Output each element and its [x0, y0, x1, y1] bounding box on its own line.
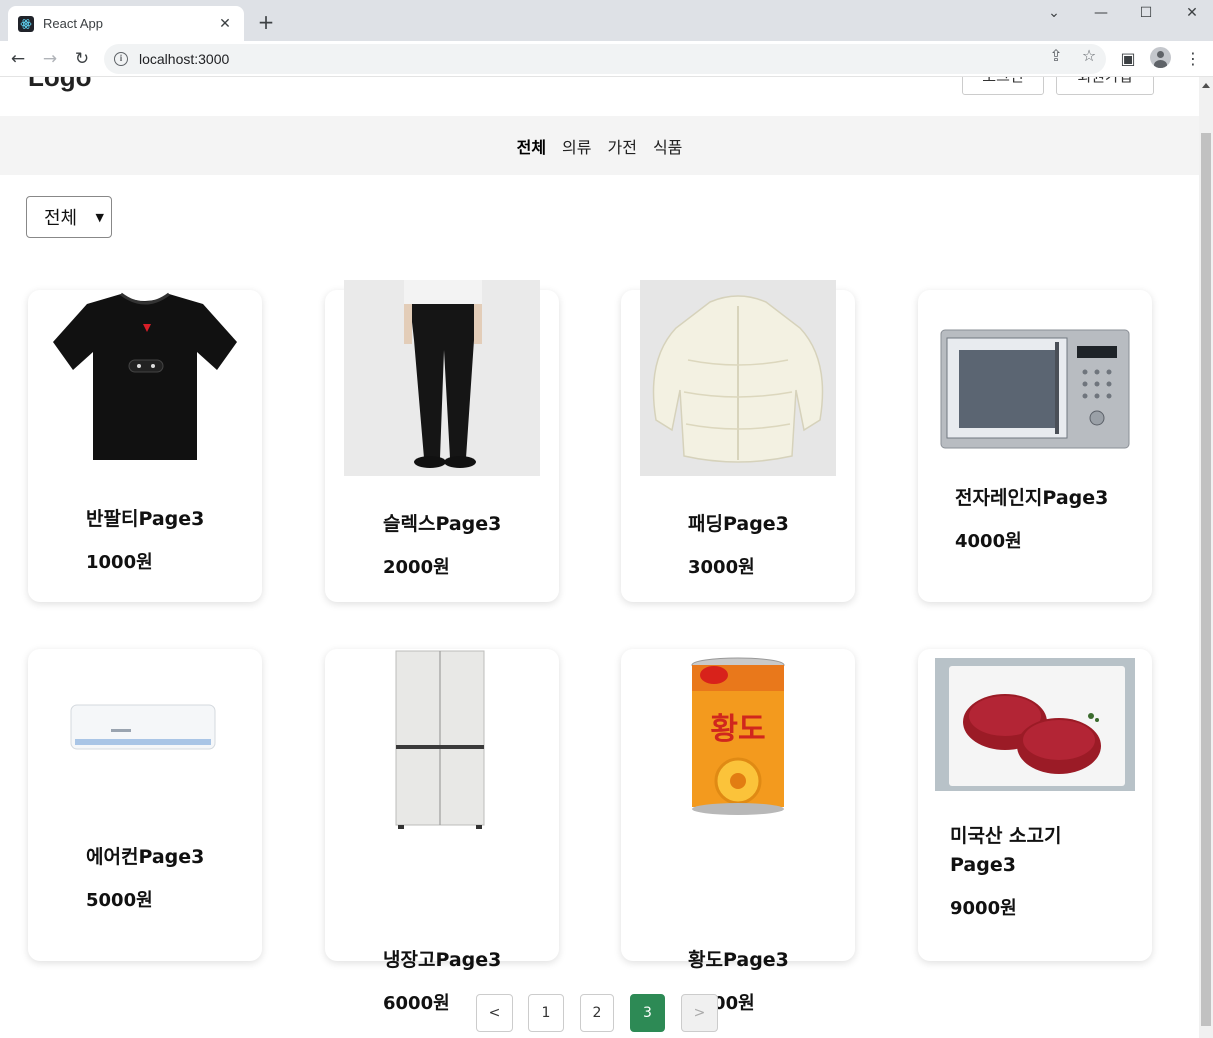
- address-bar[interactable]: i localhost:3000: [104, 44, 1106, 74]
- reload-icon[interactable]: ↻: [72, 49, 92, 69]
- aircon-image: [47, 677, 243, 809]
- side-panel-icon[interactable]: ▣: [1118, 50, 1138, 68]
- tab-search-icon[interactable]: ⌄: [1039, 4, 1069, 22]
- padding-image: [640, 280, 836, 476]
- product-card[interactable]: 전자레인지Page3 4000원: [918, 290, 1152, 602]
- page-1-button[interactable]: 1: [528, 994, 564, 1032]
- product-name: 황도Page3: [688, 949, 789, 971]
- category-all[interactable]: 전체: [517, 134, 546, 158]
- product-name: 반팔티Page3: [86, 508, 205, 530]
- share-icon[interactable]: ⇪: [1046, 47, 1066, 65]
- site-logo[interactable]: Logo: [28, 77, 92, 93]
- product-card[interactable]: 슬렉스Page3 2000원: [325, 280, 559, 602]
- category-select[interactable]: 전체 ▼: [26, 196, 112, 238]
- product-price: 6000원: [383, 993, 450, 1014]
- product-name: 미국산 소고기 Page3: [950, 825, 1062, 876]
- tab-close-icon[interactable]: ✕: [216, 16, 234, 32]
- product-name: 패딩Page3: [688, 513, 789, 535]
- beef-image: [935, 658, 1135, 791]
- login-button[interactable]: 로그인: [962, 77, 1044, 95]
- svg-text:황도: 황도: [710, 712, 765, 747]
- react-favicon-icon: [18, 15, 34, 32]
- category-clothing[interactable]: 의류: [562, 134, 591, 158]
- product-price: 9000원: [950, 898, 1017, 919]
- fridge-image: [344, 649, 540, 829]
- scroll-thumb[interactable]: [1201, 133, 1211, 1026]
- product-price: 2000원: [383, 557, 450, 578]
- slacks-image: [344, 280, 540, 476]
- product-card[interactable]: 패딩Page3 3000원: [621, 280, 855, 602]
- page-3-button[interactable]: 3: [630, 994, 665, 1032]
- star-icon[interactable]: ☆: [1079, 47, 1099, 65]
- browser-tab-bar: React App ✕ + ⌄ — ☐ ✕: [0, 0, 1213, 41]
- product-card[interactable]: 황도 황도Page3 7500원: [621, 649, 855, 1014]
- category-appliances[interactable]: 가전: [608, 134, 637, 158]
- browser-tab[interactable]: React App ✕: [8, 6, 244, 41]
- microwave-image: [937, 320, 1133, 452]
- url-text: localhost:3000: [139, 51, 230, 67]
- product-card[interactable]: 반팔티Page3 1000원: [28, 290, 262, 602]
- menu-icon[interactable]: ⋮: [1183, 50, 1203, 68]
- category-select-value: 전체: [44, 208, 78, 229]
- maximize-button[interactable]: ☐: [1131, 4, 1161, 22]
- tab-title: React App: [43, 16, 103, 31]
- page-scrollbar[interactable]: [1199, 77, 1213, 1038]
- scroll-up-icon[interactable]: [1202, 83, 1210, 88]
- category-food[interactable]: 식품: [653, 134, 682, 158]
- product-name: 냉장고Page3: [383, 949, 502, 971]
- new-tab-button[interactable]: +: [254, 10, 278, 34]
- forward-icon[interactable]: →: [40, 49, 60, 69]
- profile-icon[interactable]: [1150, 47, 1171, 68]
- product-card[interactable]: 냉장고Page3 6000원: [325, 649, 559, 1014]
- chevron-down-icon: ▼: [95, 211, 104, 224]
- site-header: Logo 로그인 회원가입: [0, 77, 1199, 116]
- product-price: 3000원: [688, 557, 755, 578]
- page-viewport: Logo 로그인 회원가입 전체 의류 가전 식품 전체 ▼ 반팔티Page3 …: [0, 77, 1199, 1038]
- back-icon[interactable]: ←: [8, 49, 28, 69]
- close-window-button[interactable]: ✕: [1177, 4, 1207, 22]
- prev-page-button[interactable]: <: [476, 994, 513, 1032]
- browser-toolbar: ← → ↻ i localhost:3000 ⇪ ☆ ▣ ⋮: [0, 41, 1213, 77]
- minimize-button[interactable]: —: [1086, 4, 1116, 22]
- page-2-button[interactable]: 2: [580, 994, 614, 1032]
- category-nav: 전체 의류 가전 식품: [0, 116, 1199, 175]
- product-price: 5000원: [86, 890, 153, 911]
- product-name: 에어컨Page3: [86, 846, 205, 868]
- product-price: 1000원: [86, 552, 153, 573]
- product-card[interactable]: 에어컨Page3 5000원: [28, 649, 262, 961]
- product-card[interactable]: 미국산 소고기 Page3 9000원: [918, 649, 1152, 961]
- signup-button[interactable]: 회원가입: [1056, 77, 1154, 95]
- peach-can-image: 황도: [640, 657, 836, 817]
- next-page-button[interactable]: >: [681, 994, 718, 1032]
- product-name: 전자레인지Page3: [955, 487, 1109, 509]
- tshirt-image: [47, 290, 243, 472]
- info-icon[interactable]: i: [114, 52, 128, 66]
- product-name: 슬렉스Page3: [383, 513, 502, 535]
- product-price: 4000원: [955, 531, 1022, 552]
